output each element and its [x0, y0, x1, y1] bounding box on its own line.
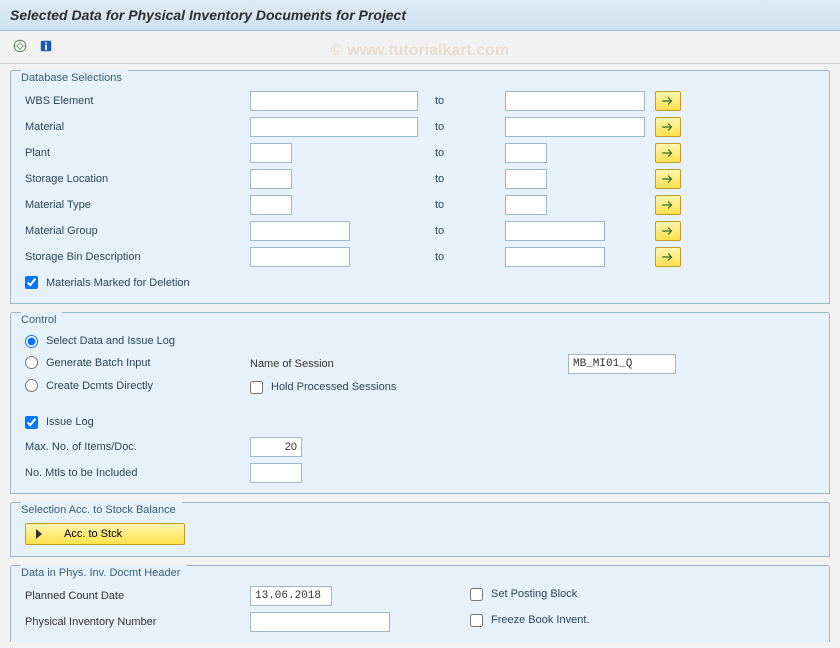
deletion-label: Materials Marked for Deletion [46, 277, 190, 289]
material-from-input[interactable] [250, 117, 418, 137]
group-title-stock: Selection Acc. to Stock Balance [21, 502, 182, 516]
hold-label: Hold Processed Sessions [271, 381, 396, 393]
storage-bin-multiple-button[interactable] [655, 247, 681, 267]
storage-bin-to-input[interactable] [505, 247, 605, 267]
planned-date-input[interactable] [250, 586, 332, 606]
freeze-checkbox[interactable] [470, 614, 483, 627]
execute-button[interactable] [10, 37, 30, 55]
arrow-right-icon [661, 251, 675, 263]
hold-sessions-checkbox[interactable] [250, 381, 263, 394]
execute-icon [13, 39, 27, 53]
toolbar [0, 31, 840, 64]
radio-label-1: Select Data and Issue Log [46, 335, 175, 347]
freeze-label: Freeze Book Invent. [491, 614, 589, 626]
radio-label-2: Generate Batch Input [46, 357, 151, 369]
group-title-header: Data in Phys. Inv. Docmt Header [21, 565, 186, 579]
max-items-input[interactable] [250, 437, 302, 457]
no-mtls-input[interactable] [250, 463, 302, 483]
set-posting-wrap[interactable]: Set Posting Block [470, 588, 577, 601]
arrow-right-icon [661, 147, 675, 159]
material-multiple-button[interactable] [655, 117, 681, 137]
mat-group-multiple-button[interactable] [655, 221, 681, 241]
issue-log-label: Issue Log [46, 416, 94, 428]
stock-btn-label: Acc. to Stck [64, 528, 122, 540]
arrow-right-icon [661, 225, 675, 237]
radio-select-data-wrap[interactable]: Select Data and Issue Log [25, 335, 175, 348]
plant-from-input[interactable] [250, 143, 292, 163]
planned-date-label: Planned Count Date [25, 590, 250, 602]
mat-type-to-input[interactable] [505, 195, 547, 215]
page-title: Selected Data for Physical Inventory Doc… [0, 0, 840, 31]
arrow-right-icon [661, 173, 675, 185]
radio-create-wrap[interactable]: Create Dcmts Directly [25, 379, 153, 392]
wbs-from-input[interactable] [250, 91, 418, 111]
wbs-to-input[interactable] [505, 91, 645, 111]
mat-type-multiple-button[interactable] [655, 195, 681, 215]
label-storage-loc: Storage Location [25, 173, 250, 185]
max-items-label: Max. No. of Items/Doc. [25, 441, 250, 453]
session-label: Name of Session [250, 358, 568, 370]
info-button[interactable] [36, 37, 56, 55]
label-storage-bin: Storage Bin Description [25, 251, 250, 263]
triangle-right-icon [36, 529, 42, 539]
storage-loc-to-input[interactable] [505, 169, 547, 189]
group-title-db: Database Selections [21, 70, 128, 84]
radio-batch[interactable] [25, 356, 38, 369]
group-database-selections: Database Selections WBS Element to Mater… [10, 70, 830, 304]
group-control: Control Select Data and Issue Log Genera… [10, 312, 830, 494]
radio-select-data[interactable] [25, 335, 38, 348]
plant-multiple-button[interactable] [655, 143, 681, 163]
group-stock: Selection Acc. to Stock Balance Acc. to … [10, 502, 830, 557]
storage-bin-from-input[interactable] [250, 247, 350, 267]
issue-log-checkbox[interactable] [25, 416, 38, 429]
info-icon [39, 39, 53, 53]
material-to-input[interactable] [505, 117, 645, 137]
to-text: to [435, 95, 505, 107]
hold-sessions-wrap[interactable]: Hold Processed Sessions [250, 381, 396, 394]
no-mtls-label: No. Mtls to be Included [25, 467, 250, 479]
arrow-right-icon [661, 121, 675, 133]
deletion-checkbox-wrap[interactable]: Materials Marked for Deletion [25, 276, 190, 289]
label-material: Material [25, 121, 250, 133]
deletion-checkbox[interactable] [25, 276, 38, 289]
arrow-right-icon [661, 95, 675, 107]
set-posting-checkbox[interactable] [470, 588, 483, 601]
radio-label-3: Create Dcmts Directly [46, 380, 153, 392]
arrow-right-icon [661, 199, 675, 211]
pin-input[interactable] [250, 612, 390, 632]
mat-type-from-input[interactable] [250, 195, 292, 215]
mat-group-from-input[interactable] [250, 221, 350, 241]
storage-loc-multiple-button[interactable] [655, 169, 681, 189]
acc-to-stock-button[interactable]: Acc. to Stck [25, 523, 185, 545]
plant-to-input[interactable] [505, 143, 547, 163]
group-header-data: Data in Phys. Inv. Docmt Header Planned … [10, 565, 830, 642]
wbs-multiple-button[interactable] [655, 91, 681, 111]
set-posting-label: Set Posting Block [491, 588, 577, 600]
issue-log-wrap[interactable]: Issue Log [25, 416, 94, 429]
radio-create[interactable] [25, 379, 38, 392]
group-title-control: Control [21, 312, 62, 326]
pin-label: Physical Inventory Number [25, 616, 250, 628]
session-input[interactable] [568, 354, 676, 374]
label-wbs: WBS Element [25, 95, 250, 107]
freeze-wrap[interactable]: Freeze Book Invent. [470, 614, 589, 627]
mat-group-to-input[interactable] [505, 221, 605, 241]
label-material-type: Material Type [25, 199, 250, 211]
storage-loc-from-input[interactable] [250, 169, 292, 189]
label-plant: Plant [25, 147, 250, 159]
radio-batch-wrap[interactable]: Generate Batch Input [25, 356, 151, 369]
label-material-group: Material Group [25, 225, 250, 237]
